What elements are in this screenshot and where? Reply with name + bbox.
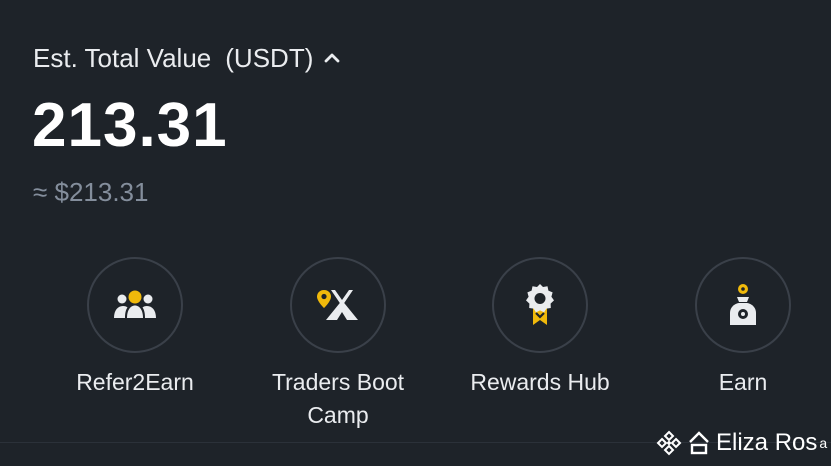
tent-icon [317,290,358,320]
refer-users-icon [114,290,156,318]
total-balance-value: 213.31 [32,91,228,160]
earn-bag-icon [730,284,756,325]
rewards-hub-label: Rewards Hub [470,369,610,395]
traders-boot-camp-icon-circle[interactable] [290,257,386,353]
est-total-value-label: Est. Total Value [33,42,212,73]
watermark-badge: a [819,435,828,451]
reward-medal-icon [526,284,554,325]
earn-button[interactable]: Earn [653,257,831,399]
wallet-overview: Est. Total Value (USDT) 213.31 ≈ $213.31… [0,0,831,466]
chevron-up-icon[interactable] [323,49,341,67]
currency-label: (USDT) [225,42,314,73]
fiat-equivalent-value: ≈ $213.31 [33,177,149,207]
est-total-value-toggle[interactable]: Est. Total Value (USDT) [33,38,341,78]
earn-label: Earn [718,369,768,395]
rewards-hub-button[interactable]: Rewards Hub [450,257,630,399]
earn-icon-circle[interactable] [695,257,791,353]
square-logo-icon [689,431,709,455]
refer2earn-icon-circle[interactable] [87,257,183,353]
watermark-name: Eliza Ros [716,429,818,456]
traders-boot-camp-label: Traders Boot Camp [271,369,405,428]
refer2earn-button[interactable]: Refer2Earn [45,257,225,399]
refer2earn-label: Refer2Earn [76,369,194,395]
rewards-hub-icon-circle[interactable] [492,257,588,353]
watermark: Eliza Ros a [656,426,827,460]
binance-logo-icon [656,430,682,456]
traders-boot-camp-button[interactable]: Traders Boot Camp [248,257,428,432]
